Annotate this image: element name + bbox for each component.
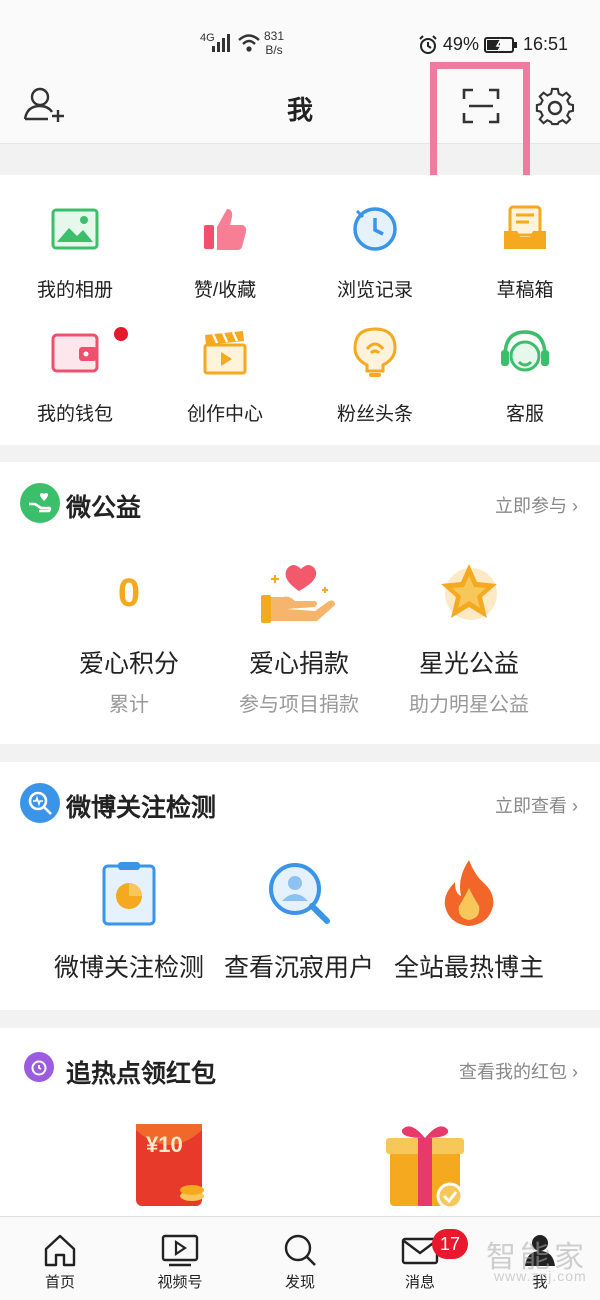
network-speed: 831 B/s — [264, 29, 284, 57]
packet-amount: ¥10 — [146, 1132, 183, 1157]
star-badge-icon — [433, 558, 505, 628]
quick-label: 我的相册 — [36, 280, 113, 301]
scan-highlight-box — [430, 62, 530, 183]
silent-users-item[interactable]: 查看沉寂用户 — [214, 854, 384, 984]
detect-label: 全站最热博主 — [393, 954, 544, 982]
tab-video[interactable]: 视频号 — [120, 1217, 240, 1300]
unread-badge: 17 — [432, 1229, 468, 1259]
red-packet-card: 追热点领红包 查看我的红包 › ¥10 — [0, 1028, 600, 1228]
fire-icon — [441, 854, 497, 932]
link-text: 查看我的红包 — [458, 1062, 567, 1082]
thumbs-up-icon — [199, 203, 251, 255]
alarm-clock-icon — [24, 1052, 54, 1082]
quick-actions-card: 我的相册 赞/收藏 浏览记录 草稿箱 我的钱包 创作中心 粉丝头条 客服 — [0, 175, 600, 445]
detect-label: 微博关注检测 — [53, 954, 204, 982]
status-right: 49% 16:51 — [418, 34, 568, 55]
red-packet-icon[interactable]: ¥10 — [130, 1120, 210, 1210]
alarm-icon — [419, 34, 437, 54]
tab-label: 消息 — [404, 1274, 435, 1291]
heart-hand-icon — [257, 558, 341, 628]
quick-item-service[interactable]: 客服 — [450, 327, 600, 451]
charity-item-subtitle: 助力明星公益 — [409, 694, 529, 716]
quick-label: 粉丝头条 — [336, 404, 413, 425]
love-points[interactable]: 0 爱心积分 累计 — [44, 558, 214, 717]
speed-unit: B/s — [265, 43, 283, 57]
clapperboard-icon — [199, 327, 251, 379]
quick-item-creator[interactable]: 创作中心 — [150, 327, 300, 451]
link-text: 立即查看 — [494, 796, 567, 816]
quick-item-fans-headline[interactable]: 粉丝头条 — [300, 327, 450, 451]
section-title: 微博关注检测 — [66, 794, 217, 822]
points-value: 0 — [117, 570, 141, 615]
clipboard-chart-icon — [100, 854, 158, 932]
wallet-icon — [49, 327, 101, 379]
charity-header[interactable]: 微公益 立即参与 › — [0, 462, 600, 542]
follow-check-item[interactable]: 微博关注检测 — [44, 854, 214, 984]
quick-label: 客服 — [505, 404, 544, 425]
video-icon — [161, 1234, 199, 1267]
bulb-icon — [349, 327, 401, 379]
tab-label: 视频号 — [157, 1274, 203, 1291]
tab-messages[interactable]: 消息 17 — [360, 1217, 480, 1300]
quick-item-album[interactable]: 我的相册 — [0, 203, 150, 327]
participate-link[interactable]: 立即参与 › — [495, 492, 578, 518]
battery-icon — [483, 36, 517, 53]
tab-label: 首页 — [44, 1274, 75, 1291]
section-title: 追热点领红包 — [66, 1060, 217, 1088]
battery-percent: 49% — [442, 34, 479, 54]
link-text: 立即参与 — [494, 496, 567, 516]
drafts-box-icon — [499, 203, 551, 255]
charity-item-title: 星光公益 — [418, 650, 519, 678]
quick-label: 创作中心 — [186, 404, 263, 425]
follow-detection-card: 微博关注检测 立即查看 › 微博关注检测 查看沉寂用户 全站最热博主 — [0, 762, 600, 1010]
gear-icon[interactable] — [535, 87, 575, 127]
charity-item-subtitle: 累计 — [109, 694, 149, 716]
chevron-right-icon: › — [572, 1062, 578, 1082]
charity-icon — [20, 483, 60, 523]
watermark-url: www.znj.com — [494, 1268, 587, 1284]
album-icon — [49, 203, 101, 255]
notification-dot — [114, 327, 128, 341]
quick-item-wallet[interactable]: 我的钱包 — [0, 327, 150, 451]
wifi-icon — [238, 34, 260, 52]
hot-bloggers-item[interactable]: 全站最热博主 — [384, 854, 554, 984]
charity-item-title: 爱心积分 — [78, 650, 179, 678]
detect-search-icon — [20, 783, 60, 823]
clock: 16:51 — [522, 34, 568, 54]
tab-home[interactable]: 首页 — [0, 1217, 120, 1300]
star-charity[interactable]: 星光公益 助力明星公益 — [384, 558, 554, 717]
quick-item-history[interactable]: 浏览记录 — [300, 203, 450, 327]
charity-card: 微公益 立即参与 › 0 爱心积分 累计 爱心捐款 参与项目捐款 星光公益 助力… — [0, 462, 600, 744]
section-title: 微公益 — [66, 494, 142, 522]
user-search-icon — [267, 854, 331, 932]
my-red-packets-link[interactable]: 查看我的红包 › — [459, 1058, 578, 1084]
tab-label: 发现 — [284, 1274, 315, 1291]
speed-value: 831 — [264, 29, 285, 43]
view-now-link[interactable]: 立即查看 › — [495, 792, 578, 818]
home-icon — [44, 1234, 76, 1267]
tab-discover[interactable]: 发现 — [240, 1217, 360, 1300]
charity-item-title: 爱心捐款 — [248, 650, 349, 678]
quick-item-drafts[interactable]: 草稿箱 — [450, 203, 600, 327]
red-packet-header[interactable]: 追热点领红包 查看我的红包 › — [0, 1028, 600, 1108]
quick-label: 草稿箱 — [496, 280, 554, 301]
search-icon — [284, 1234, 316, 1266]
chevron-right-icon: › — [572, 496, 578, 516]
love-donation[interactable]: 爱心捐款 参与项目捐款 — [214, 558, 384, 717]
signal-icon — [212, 34, 230, 52]
history-clock-icon — [349, 203, 401, 255]
chevron-right-icon: › — [572, 796, 578, 816]
quick-label: 我的钱包 — [36, 404, 113, 425]
quick-label: 浏览记录 — [336, 280, 413, 301]
detection-header[interactable]: 微博关注检测 立即查看 › — [0, 762, 600, 842]
status-bar: 4G 831 B/s 49% 16:51 — [0, 0, 600, 70]
quick-item-likes[interactable]: 赞/收藏 — [150, 203, 300, 327]
quick-label: 赞/收藏 — [193, 280, 257, 301]
charity-item-subtitle: 参与项目捐款 — [239, 694, 359, 716]
headset-icon — [499, 327, 551, 379]
gift-box-icon[interactable] — [380, 1120, 470, 1215]
detect-label: 查看沉寂用户 — [223, 954, 374, 982]
